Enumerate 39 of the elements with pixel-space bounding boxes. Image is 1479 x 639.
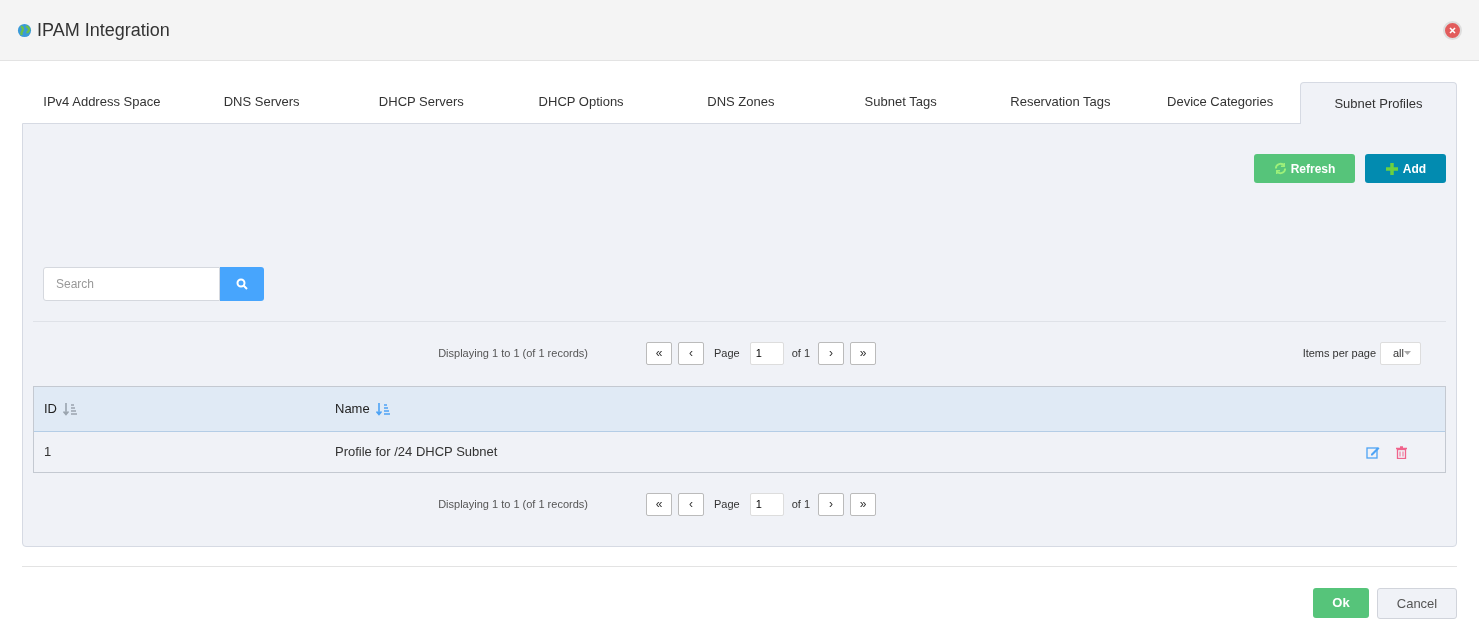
page-count: of 1 <box>791 345 811 361</box>
first-page-button[interactable]: « <box>645 341 672 365</box>
page-field[interactable]: 1 <box>749 492 784 516</box>
page-count: of 1 <box>791 496 811 512</box>
trash-icon[interactable] <box>1396 445 1407 459</box>
window-title: IPAM Integration <box>37 18 170 42</box>
first-page-button[interactable]: « <box>645 492 672 516</box>
next-page-button[interactable]: › <box>818 492 845 516</box>
page-field[interactable]: 1 <box>749 341 784 365</box>
previous-page-button[interactable]: ‹ <box>677 492 704 516</box>
caret-icon <box>1404 351 1411 355</box>
next-page-button[interactable]: › <box>818 341 845 365</box>
last-page-button[interactable]: » <box>850 341 877 365</box>
search-button[interactable] <box>220 267 264 301</box>
globe-icon <box>17 22 32 38</box>
close-icon <box>1449 26 1456 34</box>
close-button[interactable] <box>1443 20 1462 40</box>
cancel-button[interactable]: Cancel <box>1377 588 1457 619</box>
plus-icon <box>1384 161 1399 176</box>
sort-icon[interactable] <box>63 402 77 416</box>
add-button[interactable]: Add <box>1365 154 1446 183</box>
previous-page-button[interactable]: ‹ <box>677 341 704 365</box>
refresh-icon <box>1273 162 1287 175</box>
items-per-page-select[interactable]: all <box>1380 341 1421 365</box>
sort-icon[interactable] <box>375 402 390 416</box>
tab[interactable]: Subnet Profiles <box>1300 82 1457 124</box>
page-label: Page <box>713 496 740 512</box>
page-label: Page <box>713 345 740 361</box>
search-icon <box>236 278 248 290</box>
column-header: Name <box>335 400 370 419</box>
table-cell-text: 1 <box>43 443 53 462</box>
search-field[interactable]: Search <box>43 267 220 301</box>
items-per-page-label: Items per page <box>1302 345 1376 361</box>
last-page-button[interactable]: » <box>850 492 877 516</box>
column-header: ID <box>44 400 57 419</box>
edit-icon[interactable] <box>1366 445 1380 459</box>
record-summary: Displaying 1 to 1 (of 1 records) <box>438 345 588 361</box>
record-summary: Displaying 1 to 1 (of 1 records) <box>438 496 588 512</box>
table-cell-text: Profile for /24 DHCP Subnet <box>335 443 499 462</box>
